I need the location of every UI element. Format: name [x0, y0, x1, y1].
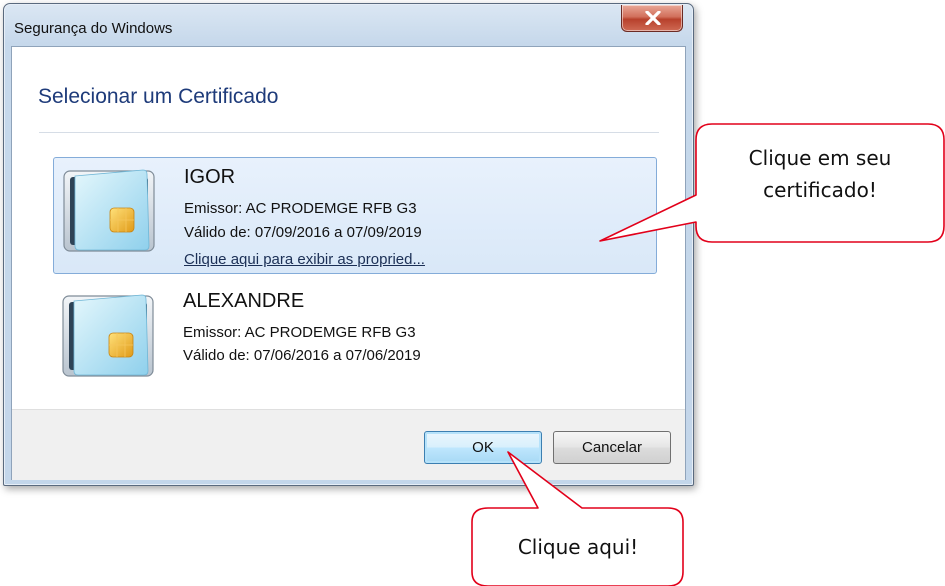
certificate-callout-line2: certificado! [763, 178, 877, 202]
callout-shapes [471, 123, 945, 586]
ok-callout-shape [471, 451, 684, 586]
ok-callout-text: Clique aqui! [517, 535, 639, 559]
certificate-callout: Clique em seu certificado! [700, 142, 940, 206]
certificate-callout-line1: Clique em seu [748, 146, 892, 170]
